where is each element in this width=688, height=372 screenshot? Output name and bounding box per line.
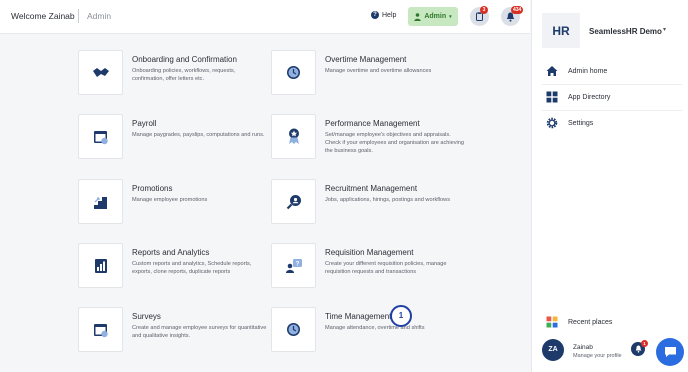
- card-desc: Custom reports and analytics, Schedule r…: [132, 261, 252, 276]
- sidebar-item-label: App Directory: [568, 93, 611, 101]
- promotions-card-icon[interactable]: [78, 179, 123, 224]
- card-title[interactable]: Onboarding and Confirmation: [132, 55, 237, 64]
- card-desc: Manage paygrades, payslips, computations…: [132, 132, 265, 138]
- recent-places[interactable]: Recent places: [532, 309, 688, 335]
- card-desc: Onboarding policies, workflows, requests…: [132, 68, 236, 83]
- card-title[interactable]: Recruitment Management: [325, 184, 417, 193]
- reports-card-icon[interactable]: [78, 243, 123, 288]
- breadcrumb[interactable]: Admin: [87, 11, 111, 21]
- card-desc: Jobs, applications, hirings, postings an…: [325, 197, 450, 203]
- gear-icon: [546, 117, 558, 129]
- card-title[interactable]: Time Management: [325, 312, 391, 321]
- chevron-down-icon[interactable]: ▾: [663, 26, 666, 33]
- card-title[interactable]: Performance Management: [325, 119, 420, 128]
- apps-colored-icon: [546, 316, 558, 328]
- company-name[interactable]: SeamlessHR Demo: [589, 27, 662, 36]
- profile-name[interactable]: Zainab: [573, 344, 593, 351]
- time-management-card-icon[interactable]: [271, 307, 316, 352]
- profile-notifications-badge: 1: [641, 340, 648, 347]
- card-desc: Manage attendance, overtime and shifts: [325, 325, 425, 331]
- card-title[interactable]: Reports and Analytics: [132, 248, 209, 257]
- chevron-down-icon: ▾: [449, 13, 452, 20]
- surveys-card-icon[interactable]: [78, 307, 123, 352]
- clock-icon: [287, 66, 300, 79]
- card-title[interactable]: Promotions: [132, 184, 172, 193]
- company-logo: HR: [542, 13, 580, 48]
- sidebar-item-admin-home[interactable]: Admin home: [532, 58, 688, 84]
- card-desc: Create your different requisition polici…: [325, 261, 447, 276]
- clock-icon: [287, 323, 300, 336]
- notifications-badge: 434: [511, 6, 524, 14]
- sidebar-item-label: Settings: [568, 119, 594, 127]
- tasks-badge: 3: [480, 6, 488, 14]
- award-icon: [288, 128, 299, 144]
- calendar-icon: [93, 323, 108, 337]
- step-marker: 1: [390, 305, 412, 327]
- grid-icon: [546, 91, 558, 103]
- card-desc: Create and manage employee surveys for q…: [132, 325, 267, 340]
- help-icon: ?: [371, 11, 379, 19]
- magnifier-user-icon: [286, 194, 301, 209]
- chat-button[interactable]: [656, 338, 684, 366]
- avatar[interactable]: ZA: [542, 339, 564, 361]
- card-title[interactable]: Surveys: [132, 312, 161, 321]
- admin-role-button[interactable]: Admin ▾: [408, 7, 458, 26]
- recruitment-card-icon[interactable]: [271, 179, 316, 224]
- bell-icon: [635, 345, 641, 353]
- user-question-icon: ?: [285, 258, 302, 273]
- welcome-text: Welcome Zainab: [11, 11, 75, 21]
- breadcrumb-separator: [78, 9, 79, 23]
- manage-profile-link[interactable]: Manage your profile: [573, 353, 622, 359]
- admin-label: Admin: [424, 13, 447, 20]
- overtime-card-icon[interactable]: [271, 50, 316, 95]
- performance-card-icon[interactable]: [271, 114, 316, 159]
- recent-places-label: Recent places: [568, 318, 613, 326]
- top-bar: Welcome Zainab Admin ? Help Admin ▾ 3 43…: [0, 0, 530, 34]
- sidebar-item-settings[interactable]: Settings: [532, 110, 688, 136]
- handshake-icon: [92, 67, 109, 77]
- right-panel: HR SeamlessHR Demo ▾ Admin home App Dire…: [531, 0, 688, 372]
- requisition-card-icon[interactable]: ?: [271, 243, 316, 288]
- user-icon: [414, 12, 422, 21]
- chat-icon: [664, 347, 676, 357]
- onboarding-card-icon[interactable]: [78, 50, 123, 95]
- card-desc: Set/manage employee's objectives and app…: [325, 132, 464, 155]
- sidebar-item-label: Admin home: [568, 67, 608, 75]
- card-title[interactable]: Requisition Management: [325, 248, 414, 257]
- bar-chart-icon: [94, 258, 107, 273]
- home-icon: [546, 66, 558, 76]
- help-button[interactable]: ? Help: [371, 11, 396, 19]
- card-title[interactable]: Overtime Management: [325, 55, 406, 64]
- card-title[interactable]: Payroll: [132, 119, 156, 128]
- sidebar-item-app-directory[interactable]: App Directory: [532, 84, 688, 110]
- card-desc: Manage overtime and overtime allowances: [325, 68, 432, 74]
- svg-text:?: ?: [295, 260, 299, 267]
- payroll-card-icon[interactable]: [78, 114, 123, 159]
- card-desc: Manage employee promotions: [132, 197, 208, 203]
- calendar-icon: [93, 130, 108, 144]
- stairs-icon: [93, 196, 107, 209]
- help-label: Help: [382, 11, 397, 19]
